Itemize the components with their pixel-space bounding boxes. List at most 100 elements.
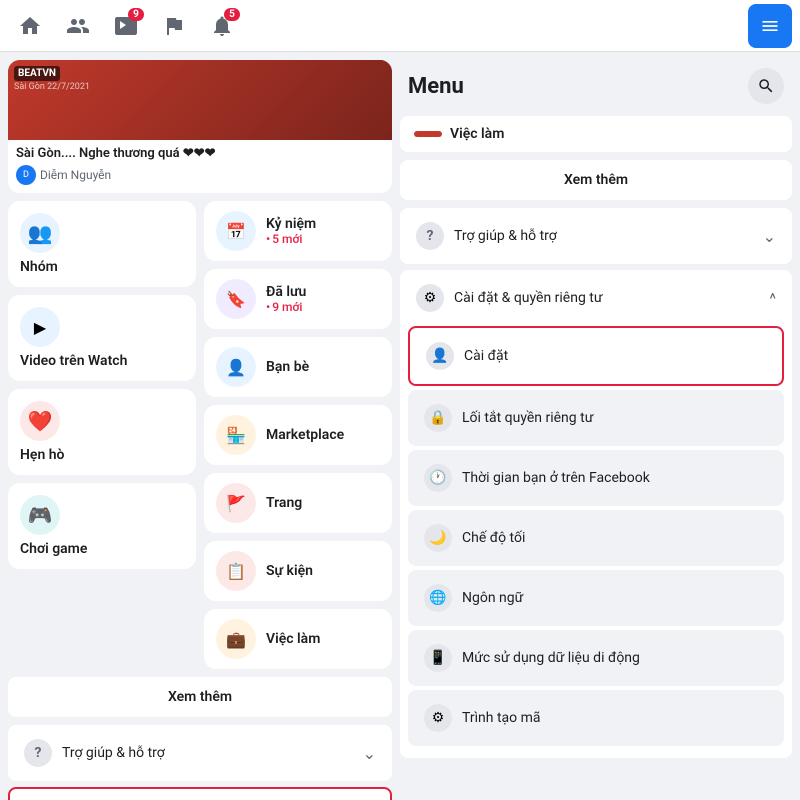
cai-dat-user-icon: 👤 (426, 342, 454, 370)
beatvn-badge: BEATVN (14, 66, 60, 81)
right-chevron-down-icon: ⌄ (763, 227, 776, 246)
thoi-gian-item[interactable]: 🕐 Thời gian bạn ở trên Facebook (408, 450, 784, 506)
author-avatar: D (16, 165, 36, 185)
left-cai-dat-accordion[interactable]: ⚙ Cài đặt & quyền riêng tư ⌄ (8, 787, 392, 800)
video-thumbnail: BEATVN Sài Gòn 22/7/2021 (8, 60, 392, 140)
viec-lam-icon: 💼 (216, 619, 256, 659)
marketplace-icon: 🏪 (216, 415, 256, 455)
globe-icon: 🌐 (424, 584, 452, 612)
ky-niem-info: Kỷ niệm •5 mới (266, 216, 316, 246)
video-watch-label: Video trên Watch (20, 353, 184, 369)
ban-be-item[interactable]: 👤 Bạn bè (204, 337, 392, 397)
tro-giup-label: Trợ giúp & hỗ trợ (62, 745, 353, 761)
nav-home-button[interactable] (8, 4, 52, 48)
thoi-gian-label: Thời gian bạn ở trên Facebook (462, 470, 768, 486)
da-luu-label: Đã lưu (266, 284, 306, 300)
clock-icon: 🕐 (424, 464, 452, 492)
choi-game-item[interactable]: 🎮 Chơi game (8, 483, 196, 569)
left-xem-them-button[interactable]: Xem thêm (8, 677, 392, 717)
hen-ho-label: Hẹn hò (20, 447, 184, 463)
muc-su-dung-item[interactable]: 📱 Mức sử dụng dữ liệu di động (408, 630, 784, 686)
trinh-tao-ma-label: Trình tạo mã (462, 710, 768, 726)
nhom-item[interactable]: 👥 Nhóm (8, 201, 196, 287)
trang-item[interactable]: 🚩 Trang (204, 473, 392, 533)
hen-ho-icon: ❤️ (20, 401, 60, 441)
nhom-icon: 👥 (20, 213, 60, 253)
ky-niem-badge: •5 mới (266, 232, 316, 246)
right-cai-dat-item[interactable]: 👤 Cài đặt (408, 326, 784, 386)
bell-badge: 5 (224, 8, 240, 21)
video-badge: 9 (128, 8, 144, 21)
right-tro-giup-header[interactable]: ? Trợ giúp & hỗ trợ ⌄ (400, 208, 792, 264)
ky-niem-label: Kỷ niệm (266, 216, 316, 232)
search-button[interactable] (748, 68, 784, 104)
lock-icon: 🔒 (424, 404, 452, 432)
ban-be-icon: 👤 (216, 347, 256, 387)
moon-icon: 🌙 (424, 524, 452, 552)
hamburger-button[interactable] (748, 4, 792, 48)
viec-lam-label: Việc làm (266, 631, 320, 647)
nav-video-button[interactable]: 9 (104, 4, 148, 48)
nav-flag-button[interactable] (152, 4, 196, 48)
right-cai-dat-header[interactable]: ⚙ Cài đặt & quyền riêng tư ^ (400, 270, 792, 326)
right-cai-dat-label: Cài đặt & quyền riêng tư (454, 290, 759, 306)
right-question-icon: ? (416, 222, 444, 250)
nav-icons-left: 9 5 (8, 4, 748, 48)
su-kien-label: Sự kiện (266, 563, 313, 579)
left-panel: BEATVN Sài Gòn 22/7/2021 Sài Gòn.... Ngh… (0, 52, 400, 800)
video-title: Sài Gòn.... Nghe thương quá ❤❤❤ (16, 146, 384, 161)
main-content: BEATVN Sài Gòn 22/7/2021 Sài Gòn.... Ngh… (0, 52, 800, 800)
su-kien-icon: 📋 (216, 551, 256, 591)
viec-lam-item[interactable]: 💼 Việc làm (204, 609, 392, 669)
da-luu-item[interactable]: 🔖 Đã lưu •9 mới (204, 269, 392, 329)
question-icon: ? (24, 739, 52, 767)
right-xem-them-button[interactable]: Xem thêm (400, 160, 792, 200)
ky-niem-item[interactable]: 📅 Kỷ niệm •5 mới (204, 201, 392, 261)
video-watch-icon: ▶ (20, 307, 60, 347)
da-luu-icon: 🔖 (216, 279, 256, 319)
trang-icon: 🚩 (216, 483, 256, 523)
phone-icon: 📱 (424, 644, 452, 672)
nav-bell-button[interactable]: 5 (200, 4, 244, 48)
trinh-tao-ma-item[interactable]: ⚙ Trình tạo mã (408, 690, 784, 746)
hen-ho-item[interactable]: ❤️ Hẹn hò (8, 389, 196, 475)
marketplace-item[interactable]: 🏪 Marketplace (204, 405, 392, 465)
left-tro-giup-accordion[interactable]: ? Trợ giúp & hỗ trợ ⌄ (8, 725, 392, 781)
right-gear-icon: ⚙ (416, 284, 444, 312)
marketplace-label: Marketplace (266, 427, 344, 443)
menu-grid: 👥 Nhóm ▶ Video trên Watch ❤️ Hẹn hò 🎮 Ch… (8, 201, 392, 669)
ngon-ngu-label: Ngôn ngữ (462, 590, 768, 606)
code-icon: ⚙ (424, 704, 452, 732)
ngon-ngu-item[interactable]: 🌐 Ngôn ngữ (408, 570, 784, 626)
right-menu-col: 📅 Kỷ niệm •5 mới 🔖 Đã lưu •9 mới 👤 Bạn (204, 201, 392, 669)
viec-lam-chip[interactable]: Việc làm (400, 116, 792, 152)
viec-lam-color-bar (414, 131, 442, 137)
su-kien-item[interactable]: 📋 Sự kiện (204, 541, 392, 601)
viec-lam-chip-label: Việc làm (450, 126, 504, 142)
ban-be-label: Bạn bè (266, 359, 309, 375)
right-cai-dat-accordion: ⚙ Cài đặt & quyền riêng tư ^ 👤 Cài đặt 🔒… (400, 270, 792, 758)
muc-su-dung-label: Mức sử dụng dữ liệu di động (462, 650, 768, 666)
chevron-down-icon: ⌄ (363, 744, 376, 763)
trang-label: Trang (266, 495, 302, 511)
da-luu-info: Đã lưu •9 mới (266, 284, 306, 314)
right-tro-giup-label: Trợ giúp & hỗ trợ (454, 228, 753, 244)
top-navigation: 9 5 (0, 0, 800, 52)
che-do-toi-item[interactable]: 🌙 Chế độ tối (408, 510, 784, 566)
right-tro-giup-accordion[interactable]: ? Trợ giúp & hỗ trợ ⌄ (400, 208, 792, 264)
video-author: D Diễm Nguyễn (16, 165, 384, 185)
right-panel-header: Menu (400, 60, 792, 116)
loi-tat-label: Lối tắt quyền riêng tư (462, 410, 768, 426)
video-watch-item[interactable]: ▶ Video trên Watch (8, 295, 196, 381)
author-name: Diễm Nguyễn (40, 168, 111, 182)
left-menu-col: 👥 Nhóm ▶ Video trên Watch ❤️ Hẹn hò 🎮 Ch… (8, 201, 196, 669)
video-card[interactable]: BEATVN Sài Gòn 22/7/2021 Sài Gòn.... Ngh… (8, 60, 392, 193)
choi-game-label: Chơi game (20, 541, 184, 557)
loi-tat-item[interactable]: 🔒 Lối tắt quyền riêng tư (408, 390, 784, 446)
right-settings-content: 👤 Cài đặt 🔒 Lối tắt quyền riêng tư 🕐 Thờ… (400, 326, 792, 758)
da-luu-badge: •9 mới (266, 300, 306, 314)
choi-game-icon: 🎮 (20, 495, 60, 535)
nhom-label: Nhóm (20, 259, 184, 275)
nav-people-button[interactable] (56, 4, 100, 48)
video-info: Sài Gòn.... Nghe thương quá ❤❤❤ D Diễm N… (8, 140, 392, 193)
